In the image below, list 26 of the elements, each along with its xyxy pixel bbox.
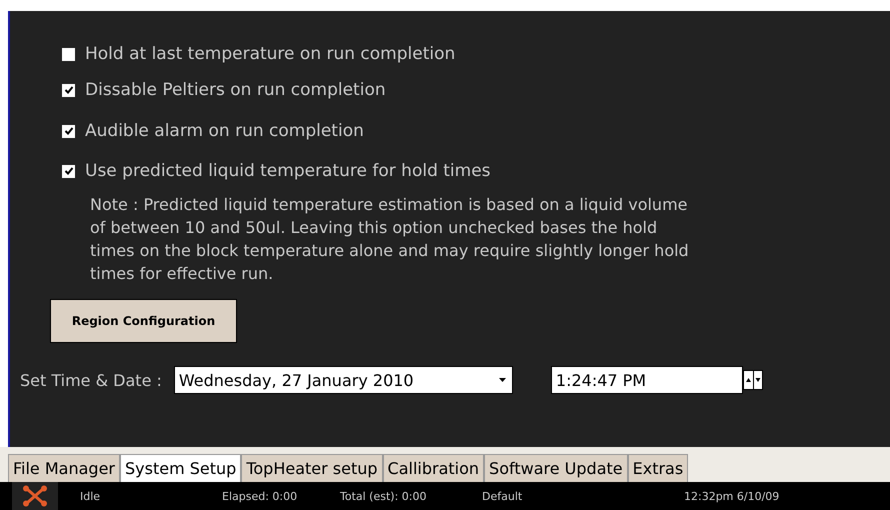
time-field[interactable]: 1:24:47 PM [550, 366, 743, 394]
tab[interactable]: Callibration [382, 454, 484, 482]
status-text: Idle [80, 490, 102, 502]
option-label: Dissable Peltiers on run completion [85, 80, 386, 100]
option-label: Hold at last temperature on run completion [85, 44, 456, 64]
checkbox[interactable] [62, 164, 75, 178]
option-label: Audible alarm on run completion [85, 121, 364, 141]
checkbox[interactable] [62, 84, 75, 96]
logo-icon[interactable] [12, 482, 58, 510]
note-text: Note : Predicted liquid temperature estimation is based on a liquid volume of between 10 and 50ul. Leaving this option unchecked bases the hold times on the block temperature alone and may require slightly longer hold times for effective run. [90, 194, 690, 285]
tab[interactable]: File Manager [8, 454, 120, 482]
tab[interactable]: Extras [628, 454, 688, 482]
tab[interactable]: System Setup [120, 454, 242, 482]
checkbox[interactable] [62, 48, 75, 60]
profile-text: Default [482, 490, 524, 502]
region-configuration-button[interactable]: Region Configuration [50, 299, 237, 343]
clock-text: 12:32pm 6/10/09 [684, 490, 780, 502]
elapsed-text: Elapsed: 0:00 [222, 490, 298, 502]
total-text: Total (est): 0:00 [340, 490, 428, 502]
caret-icon [498, 378, 506, 382]
tab[interactable]: TopHeater setup [241, 454, 383, 482]
time-date-label: Set Time & Date : [20, 370, 162, 390]
date-dropdown[interactable]: Wednesday, 27 January 2010 [174, 366, 513, 394]
tab[interactable]: Software Update [484, 454, 628, 482]
checkbox[interactable] [62, 124, 75, 138]
option-label: Use predicted liquid temperature for hold times [85, 161, 491, 181]
